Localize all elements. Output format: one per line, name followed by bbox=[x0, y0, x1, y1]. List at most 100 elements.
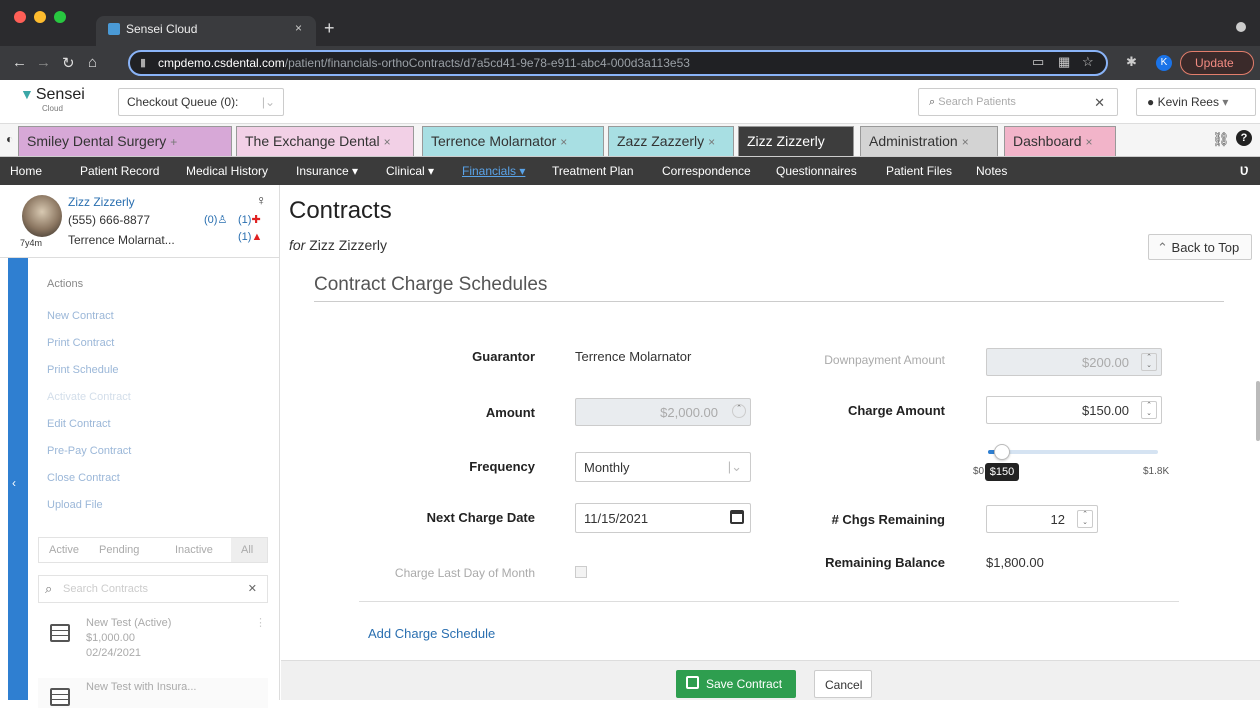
add-tab-icon[interactable]: + bbox=[170, 135, 177, 149]
alert-bulb-icon[interactable]: ♀ bbox=[256, 192, 267, 208]
downpayment-spinner-icon[interactable]: ⌃ ⌄ bbox=[1141, 353, 1157, 371]
link-icon[interactable]: ⛓ bbox=[1212, 131, 1230, 148]
address-row: ← → ↻ ⌂ ▮ cmpdemo.csdental.com/patient/f… bbox=[0, 46, 1260, 80]
action-new-contract[interactable]: New Contract bbox=[47, 310, 114, 322]
tab-dashboard[interactable]: Dashboard × bbox=[1004, 126, 1116, 156]
alarm-count[interactable]: (1)▲ bbox=[238, 231, 262, 243]
cancel-button[interactable]: Cancel bbox=[814, 670, 872, 698]
clear-search-icon[interactable]: ✕ bbox=[248, 582, 257, 595]
star-icon[interactable]: ☆ bbox=[1082, 54, 1094, 70]
extensions-icon[interactable]: ✱ bbox=[1126, 54, 1137, 70]
close-tab-icon[interactable]: × bbox=[295, 21, 302, 35]
close-tab-icon[interactable]: × bbox=[384, 135, 391, 149]
filter-inactive[interactable]: Inactive bbox=[175, 544, 213, 556]
charge-amount-spinner-icon[interactable]: ⌃ ⌄ bbox=[1141, 401, 1157, 419]
tab-smiley-dental-surgery[interactable]: Smiley Dental Surgery + bbox=[18, 126, 232, 156]
profile-avatar[interactable]: K bbox=[1156, 55, 1172, 71]
nav-insurance[interactable]: Insurance ▾ bbox=[296, 164, 358, 178]
nav-patient-record[interactable]: Patient Record bbox=[80, 164, 159, 178]
charge-amount-slider[interactable] bbox=[988, 444, 1158, 460]
back-arrow-icon[interactable]: ← bbox=[12, 54, 27, 71]
calendar-icon[interactable] bbox=[730, 510, 744, 524]
action-edit-contract[interactable]: Edit Contract bbox=[47, 418, 111, 430]
amount-input[interactable]: $2,000.00 ⌃ bbox=[575, 398, 751, 426]
contract-list-item[interactable]: New Test with Insura... bbox=[38, 678, 268, 708]
tab-zizz-zizzerly[interactable]: Zizz Zizzerly bbox=[738, 126, 854, 156]
close-tab-icon[interactable]: × bbox=[1086, 135, 1093, 149]
patient-photo[interactable] bbox=[22, 195, 62, 237]
nav-medical-history[interactable]: Medical History bbox=[186, 164, 268, 178]
patient-search-input[interactable]: ⌕ Search Patients ✕ bbox=[918, 88, 1118, 116]
close-window-icon[interactable] bbox=[14, 11, 26, 23]
amount-value: $2,000.00 bbox=[660, 405, 718, 420]
action-upload-file[interactable]: Upload File bbox=[47, 499, 103, 511]
checkout-queue-select[interactable]: Checkout Queue (0): |⌄ bbox=[118, 88, 284, 116]
nav-notes[interactable]: Notes bbox=[976, 164, 1007, 178]
user-menu[interactable]: ● Kevin Rees ▾ bbox=[1136, 88, 1256, 116]
url-bar[interactable]: ▮ cmpdemo.csdental.com/patient/financial… bbox=[128, 50, 1108, 76]
filter-active[interactable]: Active bbox=[49, 544, 79, 556]
charges-remaining-spinner-icon[interactable]: ⌃ ⌄ bbox=[1077, 510, 1093, 528]
nav-home[interactable]: Home bbox=[10, 164, 42, 178]
tab-label: Terrence Molarnator bbox=[431, 133, 557, 149]
charge-last-day-checkbox[interactable] bbox=[575, 566, 587, 578]
maximize-window-icon[interactable] bbox=[54, 11, 66, 23]
close-tab-icon[interactable]: × bbox=[560, 135, 567, 149]
charge-amount-input[interactable]: $150.00 ⌃ ⌄ bbox=[986, 396, 1162, 424]
contract-list-item[interactable]: New Test (Active) $1,000.00 02/24/2021 ⋮ bbox=[38, 616, 268, 666]
sidebar-collapse-toggle[interactable]: ‹ bbox=[8, 258, 28, 700]
clear-search-icon[interactable]: ✕ bbox=[1094, 95, 1105, 111]
minimize-window-icon[interactable] bbox=[34, 11, 46, 23]
action-print-schedule[interactable]: Print Schedule bbox=[47, 364, 119, 376]
tab-zazz-zazzerly[interactable]: Zazz Zazzerly × bbox=[608, 126, 734, 156]
forward-arrow-icon[interactable]: → bbox=[36, 54, 51, 71]
downpayment-input[interactable]: $200.00 ⌃ ⌄ bbox=[986, 348, 1162, 376]
update-button[interactable]: Update bbox=[1180, 51, 1254, 75]
tooth-icon[interactable]: Ʋ bbox=[1240, 164, 1249, 178]
drag-handle-icon[interactable]: ⋮ bbox=[255, 616, 266, 631]
back-to-top-button[interactable]: ⌃ Back to Top bbox=[1148, 234, 1252, 260]
nav-financials[interactable]: Financials ▾ bbox=[462, 164, 525, 178]
notes-count[interactable]: (0)♙ bbox=[204, 213, 227, 226]
action-activate-contract[interactable]: Activate Contract bbox=[47, 391, 131, 403]
nav-treatment-plan[interactable]: Treatment Plan bbox=[552, 164, 634, 178]
nav-clinical[interactable]: Clinical ▾ bbox=[386, 164, 434, 178]
tab-terrence-molarnator[interactable]: Terrence Molarnator × bbox=[422, 126, 604, 156]
shield-icon[interactable]: ◐ bbox=[6, 132, 13, 146]
filter-pending[interactable]: Pending bbox=[99, 544, 139, 556]
browser-menu-dot-icon[interactable] bbox=[1236, 22, 1246, 32]
patient-guarantor[interactable]: Terrence Molarnat... bbox=[68, 233, 175, 247]
patient-name-link[interactable]: Zizz Zizzerly bbox=[68, 195, 135, 209]
frequency-select[interactable]: Monthly |⌄ bbox=[575, 452, 751, 482]
cast-icon[interactable]: ▭ bbox=[1032, 54, 1044, 70]
action-close-contract[interactable]: Close Contract bbox=[47, 472, 120, 484]
nav-correspondence[interactable]: Correspondence bbox=[662, 164, 751, 178]
amount-spinner-icon[interactable]: ⌃ bbox=[732, 404, 746, 418]
nav-questionnaires[interactable]: Questionnaires bbox=[776, 164, 857, 178]
tab-the-exchange-dental[interactable]: The Exchange Dental × bbox=[236, 126, 414, 156]
sensei-logo[interactable]: ▼ Sensei Cloud bbox=[20, 86, 85, 113]
close-tab-icon[interactable]: × bbox=[708, 135, 715, 149]
next-charge-date-input[interactable]: 11/15/2021 bbox=[575, 503, 751, 533]
new-tab-button[interactable]: + bbox=[324, 18, 335, 39]
checkout-queue-label: Checkout Queue (0): bbox=[127, 95, 239, 109]
close-tab-icon[interactable]: × bbox=[962, 135, 969, 149]
help-icon[interactable]: ? bbox=[1236, 130, 1252, 146]
tab-administration[interactable]: Administration × bbox=[860, 126, 998, 156]
charges-remaining-input[interactable]: 12 ⌃ ⌄ bbox=[986, 505, 1098, 533]
action-pre-pay-contract[interactable]: Pre-Pay Contract bbox=[47, 445, 131, 457]
slider-handle[interactable] bbox=[994, 444, 1010, 460]
scrollbar-thumb[interactable] bbox=[1256, 381, 1260, 441]
qr-icon[interactable]: ▦ bbox=[1058, 54, 1070, 70]
add-charge-schedule-link[interactable]: Add Charge Schedule bbox=[368, 626, 495, 641]
filter-all[interactable]: All bbox=[231, 538, 267, 562]
action-print-contract[interactable]: Print Contract bbox=[47, 337, 114, 349]
logo-subtext: Cloud bbox=[42, 104, 63, 113]
home-icon[interactable]: ⌂ bbox=[88, 54, 97, 71]
contract-search-input[interactable]: ⌕ Search Contracts ✕ bbox=[38, 575, 268, 603]
browser-tab[interactable]: Sensei Cloud × bbox=[96, 16, 316, 46]
reload-icon[interactable]: ↻ bbox=[62, 54, 75, 72]
medical-alert-count[interactable]: (1)✚ bbox=[238, 213, 261, 226]
nav-patient-files[interactable]: Patient Files bbox=[886, 164, 952, 178]
save-contract-button[interactable]: Save Contract bbox=[676, 670, 796, 698]
